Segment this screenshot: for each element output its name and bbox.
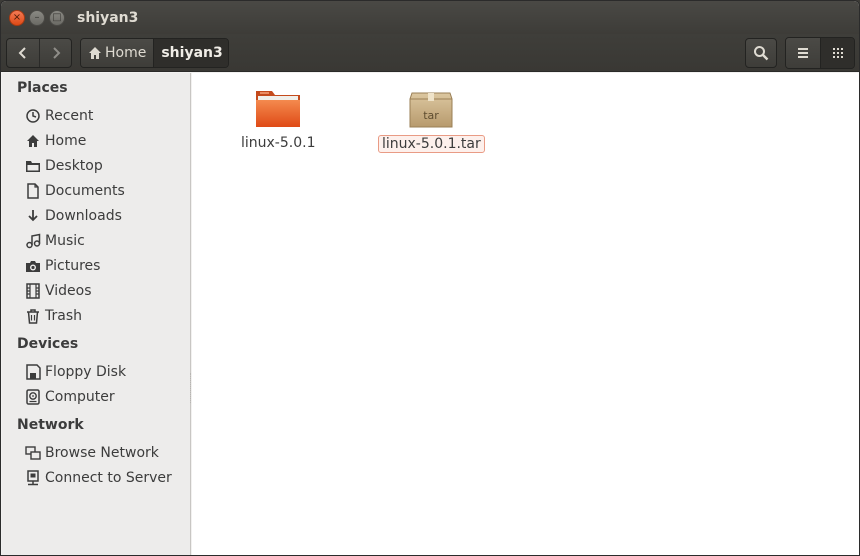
trash-icon: [27, 309, 39, 324]
folder-icon: [26, 161, 40, 172]
grid-icon: [832, 47, 843, 58]
toolbar-right: [745, 36, 855, 69]
sidebar-item-home[interactable]: Home: [25, 130, 86, 152]
title-bar: × – □ shiyan3: [1, 1, 859, 34]
sidebar-item-pictures[interactable]: Pictures: [25, 255, 100, 277]
navigation-buttons: [6, 37, 72, 68]
file-view: linux-5.0.1 tar linux-5.0.1.tar: [192, 73, 859, 555]
network-icon: [25, 446, 41, 460]
sidebar-item-label: Computer: [45, 389, 115, 405]
search-icon: [754, 45, 769, 60]
sidebar-item-label: Floppy Disk: [45, 364, 127, 380]
chevron-right-icon: [52, 46, 60, 59]
home-icon: [27, 135, 39, 147]
document-icon: [27, 183, 39, 199]
sidebar-item-computer[interactable]: Computer: [25, 386, 115, 408]
sidebar-item-label: Music: [45, 233, 85, 249]
list-view-button[interactable]: [786, 37, 820, 68]
folder-icon: [256, 91, 301, 127]
sidebar-item-label: Connect to Server: [45, 470, 172, 486]
sidebar-item-browse-network[interactable]: Browse Network: [25, 442, 159, 464]
sidebar-item-label: Desktop: [45, 158, 103, 174]
sidebar-item-label: Pictures: [45, 258, 101, 274]
sidebar-item-label: Trash: [45, 308, 82, 324]
sidebar-item-music[interactable]: Music: [25, 230, 85, 252]
file-name-selected: linux-5.0.1.tar: [378, 135, 485, 153]
archive-icon: tar: [409, 92, 453, 128]
sidebar-item-label: Browse Network: [45, 445, 159, 461]
forward-button[interactable]: [39, 38, 71, 67]
minimize-window-button[interactable]: –: [29, 9, 45, 26]
film-icon: [26, 283, 40, 299]
sidebar-item-label: Home: [45, 133, 87, 149]
breadcrumb-current[interactable]: shiyan3: [153, 38, 228, 67]
sidebar-item-label: Recent: [45, 108, 94, 124]
sidebar-item-floppy-disk[interactable]: Floppy Disk: [25, 361, 126, 383]
sidebar-item-downloads[interactable]: Downloads: [25, 205, 122, 227]
close-window-button[interactable]: ×: [9, 9, 25, 26]
search-button[interactable]: [745, 37, 777, 68]
music-icon: [26, 233, 41, 249]
sidebar: Places Recent Home Desktop Documents Dow…: [2, 73, 191, 555]
breadcrumb-current-label: shiyan3: [161, 44, 223, 61]
file-item-archive[interactable]: tar linux-5.0.1.tar: [378, 87, 485, 153]
sidebar-section-devices: Devices: [17, 336, 79, 352]
sidebar-item-documents[interactable]: Documents: [25, 180, 125, 202]
view-toggle: [785, 36, 855, 69]
breadcrumb-home-label: Home: [105, 44, 147, 61]
breadcrumb-home[interactable]: Home: [81, 38, 154, 67]
window-title: shiyan3: [77, 9, 139, 26]
sidebar-item-trash[interactable]: Trash: [25, 305, 82, 327]
chevron-left-icon: [18, 46, 26, 59]
breadcrumb: Home shiyan3: [80, 37, 229, 68]
maximize-window-button[interactable]: □: [49, 9, 65, 26]
grid-view-button[interactable]: [820, 37, 854, 68]
download-icon: [28, 210, 38, 222]
sidebar-item-label: Videos: [45, 283, 92, 299]
window-controls: × – □: [9, 9, 65, 26]
harddisk-icon: [26, 389, 40, 405]
sidebar-item-label: Downloads: [45, 208, 122, 224]
sidebar-section-places: Places: [17, 80, 68, 96]
back-button[interactable]: [7, 39, 39, 67]
toolbar: Home shiyan3: [1, 34, 859, 72]
file-name: linux-5.0.1: [241, 135, 316, 151]
file-manager-window: × – □ shiyan3 Home shiyan3 Places Recent…: [0, 0, 860, 556]
archive-badge: tar: [424, 109, 440, 122]
sidebar-item-recent[interactable]: Recent: [25, 105, 93, 127]
sidebar-item-desktop[interactable]: Desktop: [25, 155, 103, 177]
floppy-icon: [26, 364, 41, 380]
file-item-folder[interactable]: linux-5.0.1: [238, 87, 318, 151]
sidebar-item-connect-to-server[interactable]: Connect to Server: [25, 467, 172, 489]
clock-icon: [26, 109, 40, 123]
sidebar-item-videos[interactable]: Videos: [25, 280, 92, 302]
home-icon: [89, 46, 101, 59]
camera-icon: [26, 261, 40, 272]
server-icon: [27, 470, 39, 486]
list-icon: [798, 47, 808, 58]
sidebar-section-network: Network: [17, 417, 84, 433]
sidebar-item-label: Documents: [45, 183, 125, 199]
